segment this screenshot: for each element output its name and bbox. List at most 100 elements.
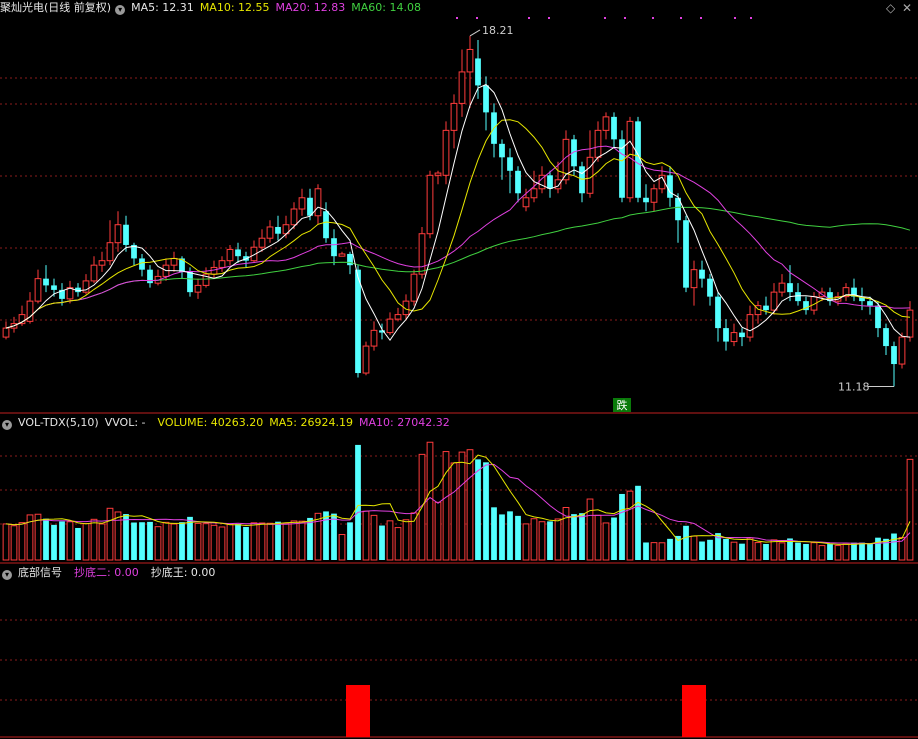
- volume-bar-up: [770, 539, 778, 561]
- volume-bar-down: [739, 543, 745, 560]
- chevron-down-icon[interactable]: ▾: [2, 570, 12, 580]
- close-icon[interactable]: ✕: [902, 1, 912, 15]
- volume-bar-down: [347, 522, 353, 560]
- volume-bar-down: [307, 517, 313, 560]
- high-pointer: [469, 29, 481, 37]
- bottom-signal-bar: [682, 685, 706, 737]
- volume-bar-up: [314, 512, 322, 561]
- volume-bar-up: [538, 521, 546, 561]
- volume-bar-up: [250, 522, 258, 561]
- ma60-value: MA60: 14.08: [351, 1, 421, 14]
- volume-bar-down: [379, 525, 385, 560]
- candle-down: [883, 328, 889, 347]
- volume-bar-up: [98, 523, 106, 561]
- volume-bar-up: [434, 501, 442, 561]
- marker-dot: [652, 17, 654, 19]
- volume-bar-down: [547, 521, 553, 560]
- candle-up: [778, 282, 786, 293]
- volume-bar-up: [290, 520, 298, 561]
- candle-down: [763, 305, 769, 311]
- volume-bar-up: [442, 451, 450, 561]
- volume-bar-up: [218, 526, 226, 561]
- volume-bar-up: [266, 522, 274, 561]
- candle-up: [410, 273, 418, 302]
- marker-dot: [456, 17, 458, 19]
- diamond-icon[interactable]: ◇: [886, 1, 895, 15]
- volume-bar-up: [626, 490, 634, 561]
- volume-bar-up: [226, 523, 234, 561]
- volume-bar-down: [643, 542, 649, 560]
- marker-dot: [548, 17, 550, 19]
- volume-bar-up: [658, 542, 666, 561]
- volume-bar-up: [818, 545, 826, 561]
- volume-bar-up: [402, 519, 410, 561]
- high-price-label: 18.21: [482, 24, 514, 37]
- volume-value: VOLUME: 40263.20: [157, 416, 264, 429]
- ma10-value: MA10: 12.55: [199, 1, 270, 14]
- stock-title: 聚灿光电(日线 前复权): [0, 1, 112, 14]
- volume-bar-up: [114, 511, 122, 561]
- volume-bar-up: [90, 518, 98, 561]
- candle-up: [370, 329, 378, 347]
- volume-bar-up: [410, 512, 418, 561]
- volume-bar-up: [18, 522, 26, 561]
- chevron-down-icon[interactable]: ▾: [115, 5, 126, 15]
- volume-bar-up: [778, 542, 786, 561]
- drop-badge-label: 跌: [617, 398, 628, 412]
- volume-bar-up: [210, 524, 218, 561]
- volume-bar-up: [746, 537, 754, 561]
- volume-bar-up: [370, 514, 378, 561]
- volume-bar-down: [803, 543, 809, 560]
- signal-indicator-name: 底部信号: [18, 566, 62, 579]
- volume-bar-down: [475, 459, 481, 560]
- candle-up: [98, 260, 106, 266]
- price-panel-header: 聚灿光电(日线 前复权) ▾ MA5: 12.31 MA10: 12.55 MA20: …: [0, 0, 427, 16]
- candle-down: [147, 269, 153, 284]
- volume-bar-down: [635, 485, 641, 560]
- candle-up: [746, 314, 754, 338]
- candle-up: [442, 129, 450, 176]
- volume-bar-up: [458, 451, 466, 561]
- candle-down: [667, 175, 673, 198]
- candle-down: [139, 258, 145, 270]
- volume-bar-up: [690, 535, 698, 561]
- candle-up: [290, 208, 298, 226]
- volume-bar-up: [362, 510, 370, 561]
- candle-down: [51, 285, 57, 290]
- candle-up: [90, 264, 98, 282]
- volume-bar-up: [106, 507, 114, 561]
- marker-dot: [528, 17, 530, 19]
- chevron-down-icon[interactable]: ▾: [2, 420, 12, 430]
- candle-down: [515, 170, 521, 194]
- volume-bar-up: [202, 523, 210, 561]
- candle-up: [434, 172, 442, 176]
- volume-bar-up: [162, 521, 170, 561]
- candle-down: [611, 116, 617, 140]
- signal-panel-header: ▾ 底部信号 抄底二: 0.00 抄底王: 0.00: [0, 565, 221, 581]
- candle-up: [522, 197, 530, 208]
- candle-up: [210, 266, 218, 275]
- volume-bar-up: [338, 534, 346, 561]
- marker-dot: [750, 17, 752, 19]
- candle-up: [258, 237, 266, 248]
- low-price-label: 11.18: [838, 381, 870, 394]
- candle-down: [187, 271, 193, 293]
- candle-down: [307, 197, 313, 216]
- volume-bar-down: [883, 538, 889, 560]
- volume-bar-down: [43, 518, 49, 560]
- volume-bar-up: [282, 522, 290, 561]
- volume-bar-down: [123, 514, 129, 560]
- candle-up: [114, 224, 122, 244]
- volume-bar-up: [842, 543, 850, 561]
- candle-up: [426, 174, 434, 235]
- candle-down: [723, 328, 729, 342]
- volume-bar-up: [394, 527, 402, 561]
- volume-bar-up: [82, 522, 90, 561]
- candle-down: [507, 157, 513, 171]
- candle-up: [266, 226, 274, 239]
- volume-bar-down: [763, 543, 769, 560]
- candle-down: [475, 58, 481, 86]
- candle-up: [338, 253, 346, 257]
- volume-bar-down: [579, 513, 585, 560]
- ma20-value: MA20: 12.83: [275, 1, 346, 14]
